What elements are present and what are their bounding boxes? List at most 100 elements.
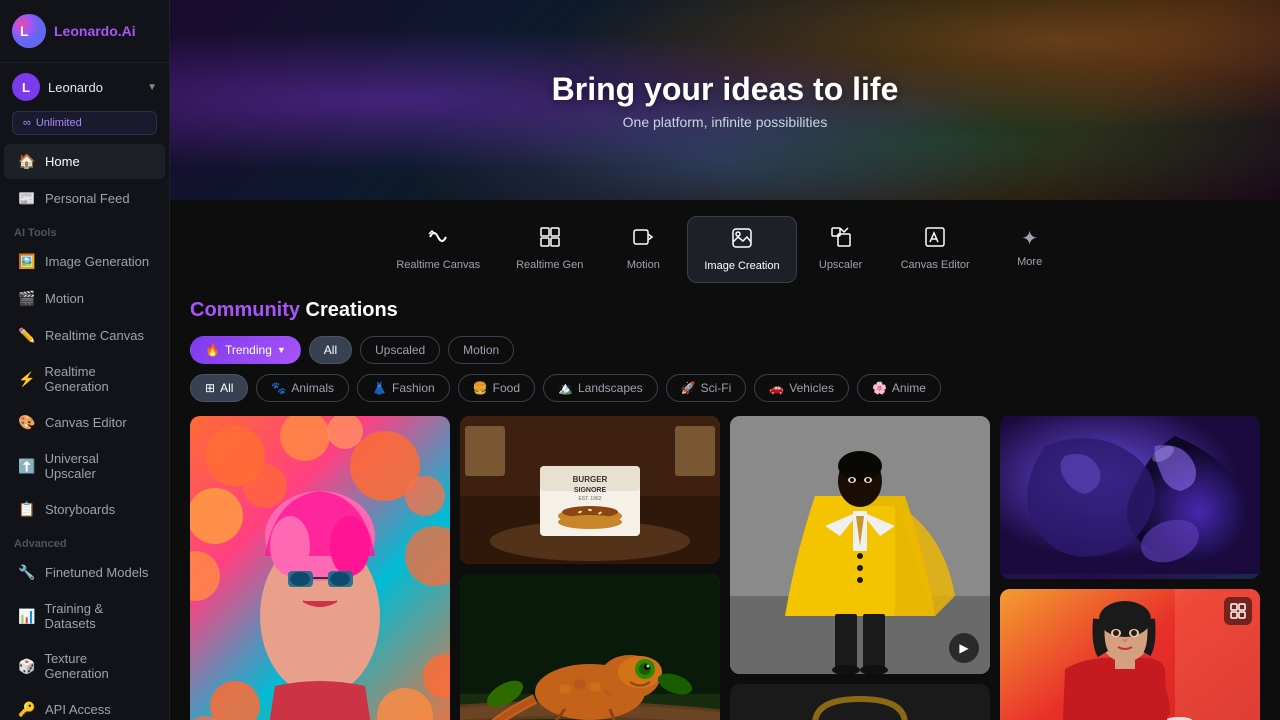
food-label: Food (493, 381, 520, 395)
sidebar-item-image-generation[interactable]: 🖼️ Image Generation (4, 244, 165, 279)
feed-icon: 📰 (18, 190, 36, 207)
community-title: Community Creations (190, 299, 1260, 322)
image-card-bag[interactable]: LUXE (730, 684, 990, 720)
user-menu[interactable]: L Leonardo ▼ (0, 63, 169, 111)
food-filter[interactable]: 🍔 Food (458, 374, 535, 402)
ai-tool-motion-label: Motion (45, 291, 84, 306)
tool-upscaler[interactable]: Upscaler (801, 216, 881, 283)
image-card-chameleon[interactable] (460, 574, 720, 720)
all-icon: ⊞ (205, 381, 215, 395)
storyboards-icon: 📋 (18, 501, 36, 518)
canvas-editor-icon: 🎨 (18, 414, 36, 431)
landscapes-filter[interactable]: 🏔️ Landscapes (543, 374, 658, 402)
sidebar-item-storyboards[interactable]: 📋 Storyboards (4, 492, 165, 527)
community-title-rest: Creations (300, 299, 398, 321)
sidebar-item-finetuned-models[interactable]: 🔧 Finetuned Models (4, 555, 165, 590)
fashion-filter[interactable]: 👗 Fashion (357, 374, 450, 402)
upscaled-filter[interactable]: Upscaled (360, 336, 440, 364)
tool-canvas-editor[interactable]: Canvas Editor (885, 216, 986, 283)
svg-text:SIGNORE: SIGNORE (574, 487, 607, 494)
community-title-highlight: Community (190, 299, 300, 321)
motion-tool-icon (632, 226, 654, 254)
image-grid: BURGER SIGNORE EST. 1962 (190, 416, 1260, 720)
logo-avatar: L (12, 14, 46, 48)
motion-label: Motion (463, 343, 499, 357)
realtime-canvas-icon: ✏️ (18, 327, 36, 344)
image-card-burger[interactable]: BURGER SIGNORE EST. 1962 (460, 416, 720, 564)
home-icon: 🏠 (18, 153, 36, 170)
sidebar-item-motion[interactable]: 🎬 Motion (4, 281, 165, 316)
trending-icon: 🔥 (205, 343, 220, 357)
tool-realtime-canvas-label: Realtime Canvas (396, 259, 480, 271)
svg-text:L: L (20, 23, 29, 39)
trending-filter[interactable]: 🔥 Trending ▼ (190, 336, 301, 364)
hero-banner: Bring your ideas to life One platform, i… (170, 0, 1280, 200)
nav-personal-feed-label: Personal Feed (45, 191, 130, 206)
sidebar-item-realtime-canvas[interactable]: ✏️ Realtime Canvas (4, 318, 165, 353)
all-filter-row1[interactable]: All (309, 336, 352, 364)
plan-label: Unlimited (36, 117, 82, 129)
animals-filter[interactable]: 🐾 Animals (256, 374, 349, 402)
tool-realtime-gen[interactable]: Realtime Gen (500, 216, 599, 283)
vehicles-filter[interactable]: 🚗 Vehicles (754, 374, 849, 402)
tool-motion-label: Motion (627, 259, 660, 271)
image-card-pink-woman[interactable] (190, 416, 450, 720)
scifi-filter[interactable]: 🚀 Sci-Fi (666, 374, 747, 402)
ai-tool-realtime-gen-label: Realtime Generation (44, 364, 151, 394)
all-filter-row2[interactable]: ⊞ All (190, 374, 248, 402)
play-button[interactable]: ▶ (948, 632, 980, 664)
sidebar-item-universal-upscaler[interactable]: ⬆️ Universal Upscaler (4, 442, 165, 490)
tool-motion[interactable]: Motion (603, 216, 683, 283)
image-card-abstract[interactable] (1000, 416, 1260, 579)
tool-navigation: Realtime Canvas Realtime Gen Motion (170, 200, 1280, 299)
sidebar-item-home[interactable]: 🏠 Home (4, 144, 165, 179)
tool-realtime-canvas[interactable]: Realtime Canvas (380, 216, 496, 283)
landscapes-icon: 🏔️ (558, 381, 573, 395)
sidebar-item-canvas-editor[interactable]: 🎨 Canvas Editor (4, 405, 165, 440)
plan-badge[interactable]: ∞ Unlimited (12, 111, 157, 135)
motion-filter[interactable]: Motion (448, 336, 514, 364)
animals-icon: 🐾 (271, 381, 286, 395)
anime-filter[interactable]: 🌸 Anime (857, 374, 941, 402)
sidebar-item-training-datasets[interactable]: 📊 Training & Datasets (4, 592, 165, 640)
realtime-canvas-tool-icon (427, 226, 449, 254)
infinity-icon: ∞ (23, 117, 31, 129)
tool-more[interactable]: ✦ More (990, 216, 1070, 283)
upscaler-tool-icon (830, 226, 852, 254)
advanced-texture-label: Texture Generation (44, 651, 151, 681)
fashion-label: Fashion (392, 381, 435, 395)
vehicles-label: Vehicles (789, 381, 834, 395)
user-name: Leonardo (48, 80, 139, 95)
image-card-yellow-suit[interactable]: ▶ (730, 416, 990, 674)
api-icon: 🔑 (18, 701, 36, 718)
tool-canvas-editor-label: Canvas Editor (901, 259, 970, 271)
vehicles-icon: 🚗 (769, 381, 784, 395)
tool-realtime-gen-label: Realtime Gen (516, 259, 583, 271)
grid-icon (1224, 597, 1252, 625)
svg-text:EST. 1962: EST. 1962 (578, 496, 601, 502)
grid-col-4 (1000, 416, 1260, 720)
sidebar-item-api-access[interactable]: 🔑 API Access (4, 692, 165, 720)
filter-row-2: ⊞ All 🐾 Animals 👗 Fashion 🍔 Food 🏔️ Land… (190, 374, 1260, 402)
anime-icon: 🌸 (872, 381, 887, 395)
app-name-ai: .Ai (118, 23, 136, 39)
food-icon: 🍔 (473, 381, 488, 395)
image-card-woman-red[interactable] (1000, 589, 1260, 720)
motion-icon: 🎬 (18, 290, 36, 307)
more-tool-icon: ✦ (1021, 226, 1038, 251)
ai-tool-upscaler-label: Universal Upscaler (45, 451, 151, 481)
sidebar-item-personal-feed[interactable]: 📰 Personal Feed (4, 181, 165, 216)
ai-tool-image-gen-label: Image Generation (45, 254, 149, 269)
sidebar-item-texture-generation[interactable]: 🎲 Texture Generation (4, 642, 165, 690)
advanced-api-label: API Access (45, 702, 111, 717)
nav-home-label: Home (45, 154, 80, 169)
training-icon: 📊 (18, 608, 35, 625)
ai-tool-canvas-editor-label: Canvas Editor (45, 415, 127, 430)
hero-title: Bring your ideas to life (552, 71, 899, 108)
finetuned-models-icon: 🔧 (18, 564, 36, 581)
sidebar: L Leonardo .Ai L Leonardo ▼ ∞ Unlimited 🏠… (0, 0, 170, 720)
ai-tool-realtime-canvas-label: Realtime Canvas (45, 328, 144, 343)
ai-tools-section-label: AI Tools (0, 217, 169, 243)
tool-image-creation[interactable]: Image Creation (687, 216, 796, 283)
sidebar-item-realtime-generation[interactable]: ⚡ Realtime Generation (4, 355, 165, 403)
